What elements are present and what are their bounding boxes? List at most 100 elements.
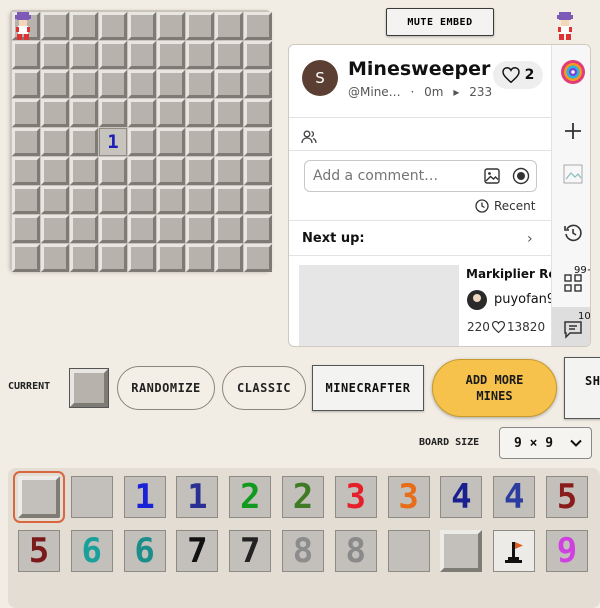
- board-cell[interactable]: [99, 41, 127, 69]
- board-cell[interactable]: [70, 215, 98, 243]
- skin-option[interactable]: 2: [229, 476, 272, 518]
- like-button[interactable]: 2: [493, 61, 543, 89]
- board-cell[interactable]: [215, 70, 243, 98]
- skin-option[interactable]: 5: [18, 530, 60, 572]
- board-cell[interactable]: [157, 70, 185, 98]
- board-cell[interactable]: [99, 157, 127, 185]
- partial-button[interactable]: SH: [564, 357, 600, 419]
- board-cell[interactable]: [215, 186, 243, 214]
- app-logo-icon[interactable]: [552, 59, 590, 85]
- board-cell[interactable]: [215, 128, 243, 156]
- board-cell[interactable]: [99, 244, 127, 272]
- board-cell[interactable]: [99, 99, 127, 127]
- board-cell[interactable]: [70, 128, 98, 156]
- board-cell[interactable]: [186, 70, 214, 98]
- board-cell[interactable]: [128, 157, 156, 185]
- classic-button[interactable]: CLASSIC: [222, 366, 306, 410]
- board-cell[interactable]: [41, 215, 69, 243]
- board-cell[interactable]: [41, 157, 69, 185]
- board-cell[interactable]: [70, 186, 98, 214]
- board-cell[interactable]: [41, 70, 69, 98]
- board-size-select[interactable]: 9 × 9: [499, 427, 592, 459]
- apps-grid-icon[interactable]: 99+: [552, 265, 590, 292]
- board-cell[interactable]: [70, 41, 98, 69]
- skin-option[interactable]: 1: [176, 476, 219, 518]
- board-cell[interactable]: [12, 157, 40, 185]
- channel-handle[interactable]: @Mine…: [348, 85, 401, 99]
- skin-option[interactable]: 4: [440, 476, 483, 518]
- skin-option[interactable]: 9: [546, 530, 588, 572]
- board-cell[interactable]: [157, 128, 185, 156]
- mute-embed-button[interactable]: MUTE EMBED: [386, 8, 494, 36]
- board-cell[interactable]: [70, 12, 98, 40]
- board-cell[interactable]: [70, 244, 98, 272]
- board-cell[interactable]: [12, 215, 40, 243]
- skin-option[interactable]: [13, 471, 65, 523]
- board-cell[interactable]: [215, 12, 243, 40]
- skin-option[interactable]: [387, 530, 430, 572]
- next-channel-avatar[interactable]: [467, 290, 487, 310]
- channel-avatar[interactable]: S: [302, 60, 338, 96]
- board-cell[interactable]: [157, 12, 185, 40]
- board-cell[interactable]: [70, 157, 98, 185]
- history-icon[interactable]: [552, 223, 590, 243]
- revealed-cell[interactable]: 1: [99, 128, 127, 156]
- randomize-button[interactable]: RANDOMIZE: [117, 366, 215, 410]
- skin-option[interactable]: 7: [229, 530, 272, 572]
- board-cell[interactable]: [244, 215, 272, 243]
- board-cell[interactable]: [128, 99, 156, 127]
- skin-option[interactable]: 5: [546, 476, 588, 518]
- board-cell[interactable]: [186, 12, 214, 40]
- board-cell[interactable]: [215, 244, 243, 272]
- board-cell[interactable]: [12, 41, 40, 69]
- board-cell[interactable]: [157, 41, 185, 69]
- board-cell[interactable]: [99, 12, 127, 40]
- board-cell[interactable]: [186, 157, 214, 185]
- skin-option[interactable]: 6: [123, 530, 166, 572]
- skin-option[interactable]: 3: [387, 476, 430, 518]
- board-cell[interactable]: [186, 186, 214, 214]
- board-cell[interactable]: [157, 157, 185, 185]
- board-cell[interactable]: [215, 41, 243, 69]
- board-cell[interactable]: [244, 186, 272, 214]
- board-cell[interactable]: [128, 244, 156, 272]
- board-cell[interactable]: [41, 128, 69, 156]
- skin-option[interactable]: 6: [70, 530, 113, 572]
- board-cell[interactable]: [70, 99, 98, 127]
- skin-option[interactable]: 8: [282, 530, 324, 572]
- board-cell[interactable]: [186, 215, 214, 243]
- people-icon[interactable]: [301, 129, 317, 145]
- skin-option[interactable]: 7: [176, 530, 219, 572]
- chat-icon[interactable]: 10: [552, 307, 590, 346]
- board-cell[interactable]: [244, 244, 272, 272]
- skin-option[interactable]: 8: [334, 530, 377, 572]
- board-cell[interactable]: [128, 70, 156, 98]
- skin-option[interactable]: [440, 530, 483, 572]
- image-upload-icon[interactable]: [484, 168, 500, 184]
- board-cell[interactable]: [186, 99, 214, 127]
- board-cell[interactable]: [128, 128, 156, 156]
- image-placeholder-icon[interactable]: [552, 163, 590, 185]
- minesweeper-board[interactable]: 1: [10, 10, 272, 272]
- board-cell[interactable]: [244, 12, 272, 40]
- board-cell[interactable]: [157, 99, 185, 127]
- board-cell[interactable]: [157, 186, 185, 214]
- skin-option[interactable]: 4: [493, 476, 536, 518]
- board-cell[interactable]: [215, 157, 243, 185]
- board-cell[interactable]: [99, 186, 127, 214]
- board-cell[interactable]: [186, 128, 214, 156]
- board-cell[interactable]: [12, 186, 40, 214]
- board-cell[interactable]: [99, 70, 127, 98]
- skin-option[interactable]: 2: [282, 476, 324, 518]
- board-cell[interactable]: [244, 41, 272, 69]
- board-cell[interactable]: [157, 215, 185, 243]
- board-cell[interactable]: [41, 12, 69, 40]
- skin-option[interactable]: 3: [334, 476, 377, 518]
- skin-option[interactable]: [493, 530, 536, 572]
- skin-option[interactable]: [70, 476, 113, 518]
- board-cell[interactable]: [186, 244, 214, 272]
- board-cell[interactable]: [128, 186, 156, 214]
- add-icon[interactable]: [552, 121, 590, 141]
- board-cell[interactable]: [41, 99, 69, 127]
- add-more-mines-button[interactable]: ADD MORE MINES: [432, 359, 557, 417]
